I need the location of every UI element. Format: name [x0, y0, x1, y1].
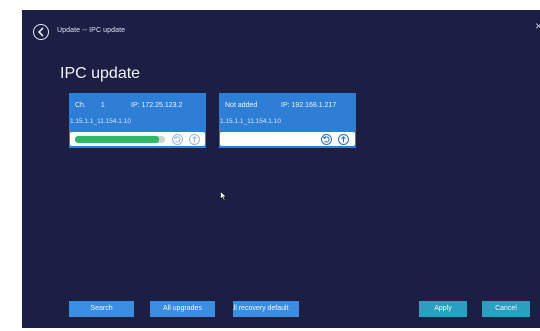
- channel-label: Ch.: [75, 102, 86, 109]
- upload-icon[interactable]: [189, 133, 200, 145]
- apply-button[interactable]: Apply: [419, 301, 467, 317]
- ipc-card-not-added[interactable]: Not added IP: 192.168.1.217 1.15.1.1_11.…: [219, 93, 356, 148]
- breadcrumb: Update -- IPC update: [57, 27, 126, 34]
- add-status: Not added: [225, 102, 258, 109]
- ipc-update-screen: Update -- IPC update × IPC update Ch. 1 I…: [22, 10, 540, 328]
- back-arrow-circle-icon[interactable]: [33, 24, 49, 40]
- mouse-pointer-icon: [220, 188, 227, 206]
- top-bar: Update -- IPC update ×: [22, 10, 540, 54]
- search-button[interactable]: Search: [69, 301, 134, 317]
- all-recovery-default-button[interactable]: All recovery default: [233, 301, 299, 317]
- firmware-version: 1.15.1.1_11.154.1.10: [220, 118, 281, 125]
- card-action-panel: [70, 132, 205, 146]
- ipc-card-ch1[interactable]: Ch. 1 IP: 172.25.123.2 1.15.1.1_11.154.1.…: [69, 93, 206, 148]
- all-upgrades-button[interactable]: All upgrades: [150, 301, 215, 317]
- firmware-version: 1.15.1.1_11.154.1.10: [70, 118, 131, 125]
- ip-address: IP: 172.25.123.2: [131, 102, 183, 109]
- close-icon[interactable]: ×: [535, 20, 540, 32]
- upgrade-progress-bar: [75, 135, 165, 143]
- card-header-row: Ch. 1 IP: 172.25.123.2: [75, 102, 203, 109]
- restore-icon[interactable]: [172, 133, 183, 145]
- page-title: IPC update: [60, 65, 141, 82]
- cancel-button[interactable]: Cancel: [482, 301, 530, 317]
- card-action-panel: [220, 132, 355, 146]
- channel-number: 1: [100, 102, 105, 109]
- card-header-row: Not added IP: 192.168.1.217: [225, 102, 353, 109]
- ip-address: IP: 192.168.1.217: [281, 102, 337, 109]
- restore-icon[interactable]: [321, 133, 332, 145]
- upload-icon[interactable]: [338, 133, 349, 145]
- upgrade-progress-fill: [75, 135, 159, 143]
